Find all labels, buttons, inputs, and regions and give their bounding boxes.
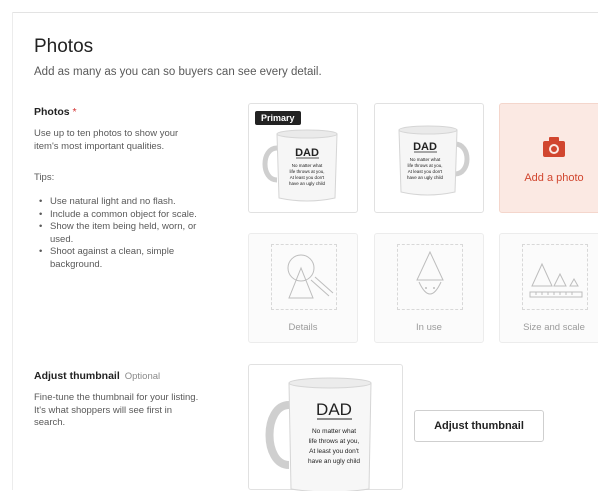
mug-image: DAD No matter what life throws at you, A… [375, 104, 485, 214]
optional-tag: Optional [125, 371, 160, 382]
adjust-thumbnail-description: Fine-tune the thumbnail for your listing… [34, 392, 204, 430]
placeholder-label: Details [249, 322, 357, 333]
placeholder-label: Size and scale [500, 322, 598, 333]
cone-ball-icon [249, 234, 359, 324]
mug-line: At least you don't [290, 175, 325, 180]
mug-line: have an ugly child [289, 181, 326, 186]
tip-item: Include a common object for scale. [34, 209, 214, 222]
mug-heading: DAD [295, 147, 319, 159]
tip-item: Use natural light and no flash. [34, 196, 214, 209]
section-title: Photos [34, 36, 93, 58]
top-divider [12, 12, 598, 13]
tips-label: Tips: [34, 172, 224, 183]
photos-label: Photos * [34, 106, 224, 118]
photos-label-text: Photos [34, 106, 70, 118]
placeholder-tile-size-scale[interactable]: Size and scale [499, 233, 598, 343]
mug-line: have an ugly child [308, 458, 360, 465]
mug-line: life throws at you, [289, 169, 324, 174]
section-subtitle: Add as many as you can so buyers can see… [34, 66, 322, 78]
mug-line: life throws at you, [407, 163, 442, 168]
mug-line: No matter what [312, 428, 356, 435]
adjust-thumbnail-label: Adjust thumbnail Optional [34, 370, 224, 382]
add-photo-button[interactable]: Add a photo [499, 103, 598, 213]
placeholder-tile-in-use[interactable]: In use [374, 233, 484, 343]
mug-line: life throws at you, [309, 438, 360, 445]
mug-line: At least you don't [309, 448, 359, 455]
tip-item: Shoot against a clean, simple background… [34, 246, 214, 271]
left-border [12, 12, 13, 490]
add-photo-label: Add a photo [500, 172, 598, 184]
adjust-thumbnail-button[interactable]: Adjust thumbnail [414, 410, 544, 442]
mug-line: No matter what [410, 157, 441, 162]
size-scale-icon [500, 234, 598, 324]
tips-list: Use natural light and no flash. Include … [34, 196, 214, 272]
mug-line: No matter what [292, 163, 323, 168]
photo-tile-primary[interactable]: DAD No matter what life throws at you, A… [248, 103, 358, 213]
required-mark: * [73, 106, 77, 118]
placeholder-tile-details[interactable]: Details [248, 233, 358, 343]
mug-line: At least you don't [408, 169, 443, 174]
placeholder-label: In use [375, 322, 483, 333]
adjust-thumbnail-label-text: Adjust thumbnail [34, 370, 120, 382]
tip-item: Show the item being held, worn, or used. [34, 221, 214, 246]
camera-icon [542, 136, 566, 158]
mug-image: DAD No matter what life throws at you, A… [249, 365, 404, 491]
mug-line: have an ugly child [407, 175, 444, 180]
thumbnail-preview: DAD No matter what life throws at you, A… [248, 364, 403, 490]
mug-heading: DAD [413, 141, 437, 153]
cone-face-icon [375, 234, 485, 324]
primary-badge: Primary [255, 111, 301, 125]
mug-heading: DAD [316, 400, 352, 419]
photo-tile[interactable]: DAD No matter what life throws at you, A… [374, 103, 484, 213]
photos-description: Use up to ten photos to show your item's… [34, 127, 199, 153]
